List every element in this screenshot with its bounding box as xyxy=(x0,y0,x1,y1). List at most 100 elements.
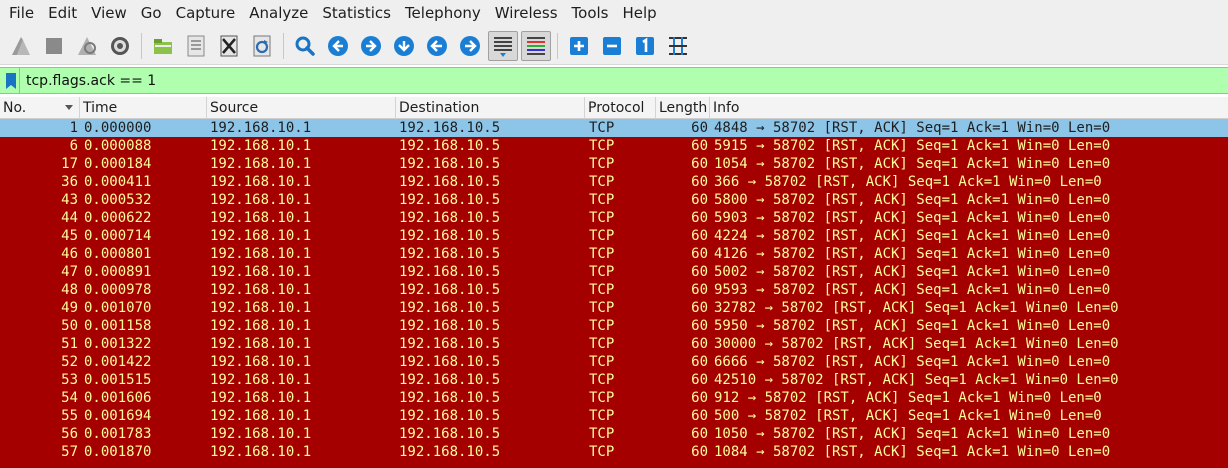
menu-telephony[interactable]: Telephony xyxy=(398,0,488,27)
go-first-button[interactable] xyxy=(422,31,452,61)
zoom-in-button[interactable] xyxy=(564,31,594,61)
packet-row[interactable]: 54 0.001606 192.168.10.1 192.168.10.5 TCP 60 9… xyxy=(0,389,1228,407)
resize-columns-button[interactable] xyxy=(663,31,693,61)
display-filter-input[interactable]: tcp.flags.ack == 1 xyxy=(20,73,156,89)
packet-row[interactable]: 55 0.001694 192.168.10.1 192.168.10.5 TCP 60 5… xyxy=(0,407,1228,425)
stop-capture-button[interactable] xyxy=(39,31,69,61)
packet-protocol: TCP xyxy=(589,354,615,370)
autoscroll-button[interactable] xyxy=(488,30,518,61)
packet-row[interactable]: 43 0.000532 192.168.10.1 192.168.10.5 TCP 60 5… xyxy=(0,191,1228,209)
column-header-destination[interactable]: Destination xyxy=(396,97,585,119)
menu-tools[interactable]: Tools xyxy=(565,0,616,27)
packet-time: 0.001606 xyxy=(84,390,152,406)
packet-row[interactable]: 44 0.000622 192.168.10.1 192.168.10.5 TCP 60 5… xyxy=(0,209,1228,227)
packet-protocol: TCP xyxy=(589,174,615,190)
packet-info: 5915 → 58702 [RST, ACK] Seq=1 Ack=1 Win=… xyxy=(714,138,1111,154)
packet-protocol: TCP xyxy=(589,282,615,298)
filter-bookmark-button[interactable] xyxy=(2,68,20,93)
packet-time: 0.000801 xyxy=(84,246,152,262)
column-header-label: Time xyxy=(83,100,118,116)
packet-row[interactable]: 51 0.001322 192.168.10.1 192.168.10.5 TCP 60 3… xyxy=(0,335,1228,353)
packet-time: 0.000714 xyxy=(84,228,152,244)
packet-info: 912 → 58702 [RST, ACK] Seq=1 Ack=1 Win=0… xyxy=(714,390,1102,406)
go-forward-icon xyxy=(361,35,381,56)
packet-protocol: TCP xyxy=(589,120,615,136)
packet-row[interactable]: 48 0.000978 192.168.10.1 192.168.10.5 TCP 60 9… xyxy=(0,281,1228,299)
packet-time: 0.000978 xyxy=(84,282,152,298)
packet-row[interactable]: 17 0.000184 192.168.10.1 192.168.10.5 TCP 60 1… xyxy=(0,155,1228,173)
packet-source: 192.168.10.1 xyxy=(210,120,312,136)
colorize-button[interactable] xyxy=(521,30,551,61)
find-packet-icon xyxy=(295,36,315,56)
zoom-out-button[interactable] xyxy=(597,31,627,61)
packet-row[interactable]: 49 0.001070 192.168.10.1 192.168.10.5 TCP 60 3… xyxy=(0,299,1228,317)
column-header-time[interactable]: Time xyxy=(80,97,207,119)
column-header-label: Info xyxy=(713,100,740,116)
menu-wireless[interactable]: Wireless xyxy=(488,0,565,27)
reload-file-button[interactable] xyxy=(247,31,277,61)
menu-analyze[interactable]: Analyze xyxy=(242,0,315,27)
packet-row[interactable]: 52 0.001422 192.168.10.1 192.168.10.5 TCP 60 6… xyxy=(0,353,1228,371)
column-header-info[interactable]: Info xyxy=(710,97,1228,119)
packet-row[interactable]: 1 0.000000 192.168.10.1 192.168.10.5 TCP 60 48… xyxy=(0,119,1228,137)
zoom-out-icon xyxy=(603,36,621,55)
menu-file[interactable]: File xyxy=(2,0,41,27)
menu-edit[interactable]: Edit xyxy=(41,0,84,27)
capture-options-button[interactable] xyxy=(105,31,135,61)
column-header-no[interactable]: No. xyxy=(0,97,80,119)
packet-length: 60 xyxy=(691,120,708,136)
packet-protocol: TCP xyxy=(589,228,615,244)
packet-protocol: TCP xyxy=(589,156,615,172)
go-first-icon xyxy=(427,35,447,56)
packet-time: 0.000622 xyxy=(84,210,152,226)
go-forward-button[interactable] xyxy=(356,31,386,61)
column-header-protocol[interactable]: Protocol xyxy=(585,97,656,119)
colorize-icon xyxy=(527,36,545,55)
menu-view[interactable]: View xyxy=(84,0,134,27)
open-file-button[interactable] xyxy=(148,31,178,61)
packet-row[interactable]: 47 0.000891 192.168.10.1 192.168.10.5 TCP 60 5… xyxy=(0,263,1228,281)
packet-protocol: TCP xyxy=(589,264,615,280)
packet-row[interactable]: 45 0.000714 192.168.10.1 192.168.10.5 TCP 60 4… xyxy=(0,227,1228,245)
packet-source: 192.168.10.1 xyxy=(210,156,312,172)
packet-row[interactable]: 50 0.001158 192.168.10.1 192.168.10.5 TCP 60 5… xyxy=(0,317,1228,335)
column-header-source[interactable]: Source xyxy=(207,97,396,119)
packet-row[interactable]: 53 0.001515 192.168.10.1 192.168.10.5 TCP 60 4… xyxy=(0,371,1228,389)
packet-row[interactable]: 46 0.000801 192.168.10.1 192.168.10.5 TCP 60 4… xyxy=(0,245,1228,263)
close-file-button[interactable] xyxy=(214,31,244,61)
normal-size-button[interactable] xyxy=(630,31,660,61)
menu-go[interactable]: Go xyxy=(134,0,169,27)
toolbar-separator xyxy=(141,32,142,59)
restart-capture-icon xyxy=(78,36,96,55)
packet-info: 4224 → 58702 [RST, ACK] Seq=1 Ack=1 Win=… xyxy=(714,228,1111,244)
packet-row[interactable]: 56 0.001783 192.168.10.1 192.168.10.5 TCP 60 1… xyxy=(0,425,1228,443)
restart-capture-button[interactable] xyxy=(72,31,102,61)
packet-number: 43 xyxy=(61,192,78,208)
go-back-button[interactable] xyxy=(323,31,353,61)
packet-row[interactable]: 36 0.000411 192.168.10.1 192.168.10.5 TCP 60 3… xyxy=(0,173,1228,191)
go-to-packet-button[interactable] xyxy=(389,31,419,61)
menu-capture[interactable]: Capture xyxy=(169,0,243,27)
packet-number: 44 xyxy=(61,210,78,226)
packet-row[interactable]: 6 0.000088 192.168.10.1 192.168.10.5 TCP 60 59… xyxy=(0,137,1228,155)
start-capture-button[interactable] xyxy=(6,31,36,61)
packet-length: 60 xyxy=(691,174,708,190)
go-last-button[interactable] xyxy=(455,31,485,61)
packet-number: 47 xyxy=(61,264,78,280)
column-header-length[interactable]: Length xyxy=(656,97,710,119)
find-packet-button[interactable] xyxy=(290,31,320,61)
packet-time: 0.000184 xyxy=(84,156,152,172)
packet-row[interactable]: 57 0.001870 192.168.10.1 192.168.10.5 TCP 60 1… xyxy=(0,443,1228,461)
packet-list[interactable]: 1 0.000000 192.168.10.1 192.168.10.5 TCP 60 48… xyxy=(0,119,1228,468)
menu-help[interactable]: Help xyxy=(615,0,663,27)
packet-time: 0.001870 xyxy=(84,444,152,460)
packet-length: 60 xyxy=(691,246,708,262)
packet-protocol: TCP xyxy=(589,210,615,226)
packet-length: 60 xyxy=(691,228,708,244)
packet-info: 5950 → 58702 [RST, ACK] Seq=1 Ack=1 Win=… xyxy=(714,318,1111,334)
resize-columns-icon xyxy=(669,36,687,55)
packet-number: 52 xyxy=(61,354,78,370)
packet-source: 192.168.10.1 xyxy=(210,390,312,406)
save-file-button[interactable] xyxy=(181,31,211,61)
menu-statistics[interactable]: Statistics xyxy=(315,0,398,27)
